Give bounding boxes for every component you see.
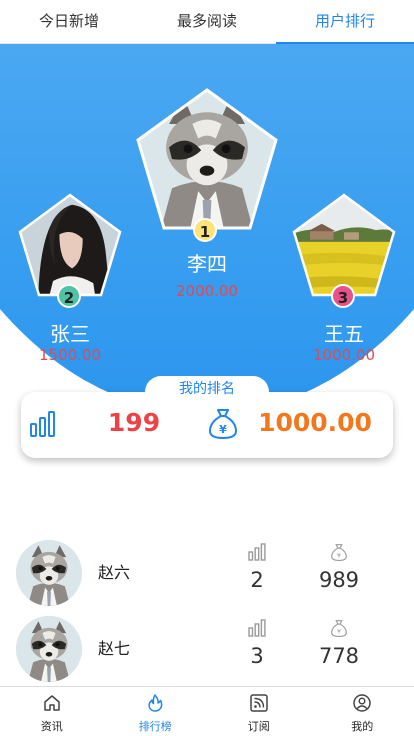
rank-badge-third: 3	[331, 284, 355, 308]
my-rank-title: 我的排名	[145, 376, 269, 408]
rapeseed-field-avatar	[292, 193, 396, 297]
nav-item-ranking[interactable]: 排行榜	[104, 687, 208, 736]
nav-item-label: 订阅	[247, 720, 270, 733]
podium-first-name: 李四	[187, 252, 227, 276]
nav-item-label: 排行榜	[138, 720, 172, 733]
bar-chart-icon	[248, 619, 266, 637]
nav-item-subscribe[interactable]: 订阅	[207, 687, 311, 736]
flame-icon	[148, 694, 163, 712]
podium-first[interactable]: 1 李四	[134, 86, 280, 276]
list-item-rank: 2	[250, 568, 264, 592]
svg-text:¥: ¥	[337, 629, 341, 636]
podium-first-score: 2000.00	[175, 282, 239, 300]
money-bag-icon: ¥	[209, 409, 237, 439]
raccoon-avatar	[136, 88, 278, 230]
my-score-value: 1000.00	[258, 408, 372, 437]
list-item[interactable]: 赵七 ¥ 3 778	[0, 613, 414, 687]
podium-third-name: 王五	[324, 322, 364, 346]
rank-badge-second: 2	[57, 284, 81, 308]
tab-today-new[interactable]: 今日新增	[0, 0, 138, 43]
podium-second-score: 1500.00	[38, 346, 102, 364]
tab-most-read[interactable]: 最多阅读	[138, 0, 276, 43]
list-item-name: 赵六	[98, 563, 131, 582]
raccoon-avatar	[16, 540, 82, 606]
list-item[interactable]: 赵六 ¥ 2 989	[0, 537, 414, 611]
rss-icon	[250, 694, 268, 712]
podium-third-score: 1000.00	[312, 346, 376, 364]
woman-portrait-avatar	[18, 193, 122, 297]
top-tab-bar: 今日新增 最多阅读 用户排行	[0, 0, 414, 44]
svg-text:¥: ¥	[337, 553, 341, 560]
bottom-nav: 资讯 排行榜 订阅 我的	[0, 686, 414, 736]
list-item-score: 778	[318, 644, 360, 668]
tab-user-ranking[interactable]: 用户排行	[276, 0, 414, 44]
nav-item-news[interactable]: 资讯	[0, 687, 104, 736]
my-rank-value: 199	[107, 408, 161, 437]
nav-item-label: 我的	[351, 720, 374, 733]
list-item-rank: 3	[250, 644, 264, 668]
nav-item-mine[interactable]: 我的	[311, 687, 414, 736]
podium-third[interactable]: 3 王五	[291, 192, 397, 352]
raccoon-avatar	[16, 616, 82, 682]
nav-item-label: 资讯	[40, 720, 63, 733]
rank-badge-first: 1	[193, 218, 217, 242]
home-icon	[44, 695, 60, 711]
svg-text:¥: ¥	[219, 423, 227, 436]
podium-second[interactable]: 2 张三	[17, 192, 123, 352]
user-icon	[353, 694, 371, 712]
podium-second-name: 张三	[50, 322, 90, 346]
bar-chart-icon	[248, 543, 266, 561]
list-item-name: 赵七	[98, 639, 131, 658]
bar-chart-icon	[30, 411, 55, 437]
list-item-score: 989	[318, 568, 360, 592]
money-bag-icon: ¥	[331, 544, 347, 562]
money-bag-icon: ¥	[331, 620, 347, 638]
